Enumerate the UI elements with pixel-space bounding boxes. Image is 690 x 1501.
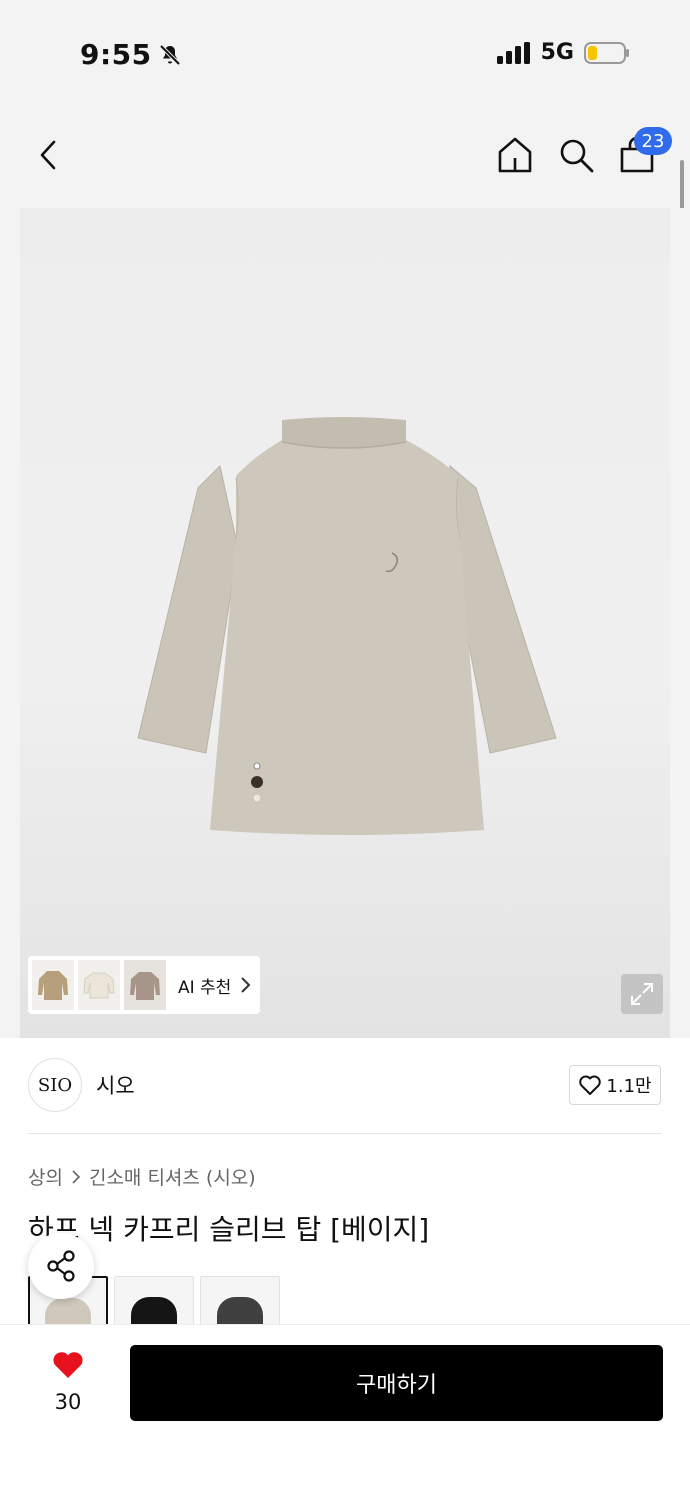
- divider: [28, 1133, 662, 1134]
- product-image[interactable]: [20, 208, 670, 1038]
- battery-icon: [584, 41, 629, 64]
- wish-count: 30: [54, 1390, 82, 1414]
- garment-thumb-icon: [83, 972, 115, 999]
- product-title: 하프 넥 카프리 슬리브 탑 [베이지]: [28, 1213, 430, 1246]
- home-icon: [498, 137, 532, 173]
- heart-filled-icon[interactable]: [51, 1350, 85, 1380]
- bell-slash-icon: [159, 44, 181, 65]
- share-button[interactable]: [28, 1233, 94, 1299]
- heart-outline-icon: [579, 1075, 602, 1095]
- hero-margin-left: [0, 208, 20, 1038]
- ai-thumb-3[interactable]: [124, 960, 166, 1010]
- brand-like-count: 1.1만: [606, 1076, 652, 1097]
- ai-thumb-2[interactable]: [78, 960, 120, 1010]
- expand-image-button[interactable]: [621, 974, 663, 1014]
- breadcrumb-category[interactable]: 상의: [28, 1163, 63, 1190]
- garment-thumb-icon: [130, 972, 160, 1000]
- share-icon: [47, 1250, 75, 1282]
- chevron-right-icon: [72, 1169, 81, 1184]
- back-button[interactable]: [26, 132, 72, 178]
- brand-logo[interactable]: SIO: [28, 1058, 82, 1112]
- expand-icon: [631, 983, 653, 1005]
- ai-recommend-panel[interactable]: AI 추천: [28, 956, 260, 1014]
- hero-margin-right: [670, 208, 690, 1038]
- status-time: 9:55: [80, 38, 182, 71]
- ai-recommend-label: AI 추천: [178, 977, 232, 998]
- buy-button[interactable]: 구매하기: [130, 1345, 663, 1421]
- garment-image: [137, 417, 557, 835]
- brand-like-button[interactable]: 1.1만: [569, 1065, 661, 1105]
- back-icon: [40, 140, 56, 170]
- cart-count-badge: 23: [634, 127, 672, 155]
- search-button[interactable]: [553, 132, 599, 178]
- garment-thumb-icon: [38, 971, 68, 1000]
- breadcrumb-subcategory[interactable]: 긴소매 티셔츠 (시오): [89, 1163, 256, 1190]
- chevron-right-icon: [241, 977, 251, 993]
- brand-name[interactable]: 시오: [96, 1070, 135, 1100]
- search-icon: [560, 139, 594, 173]
- signal-icon: [496, 41, 530, 64]
- top-nav: [0, 110, 690, 208]
- network-label: 5G: [540, 40, 574, 65]
- ai-thumb-1[interactable]: [32, 960, 74, 1010]
- time-text: 9:55: [80, 38, 152, 71]
- breadcrumb: 상의 긴소매 티셔츠 (시오): [28, 1163, 256, 1190]
- status-bar: 9:55 5G: [0, 0, 690, 110]
- status-indicators: 5G: [496, 40, 630, 65]
- home-button[interactable]: [492, 132, 538, 178]
